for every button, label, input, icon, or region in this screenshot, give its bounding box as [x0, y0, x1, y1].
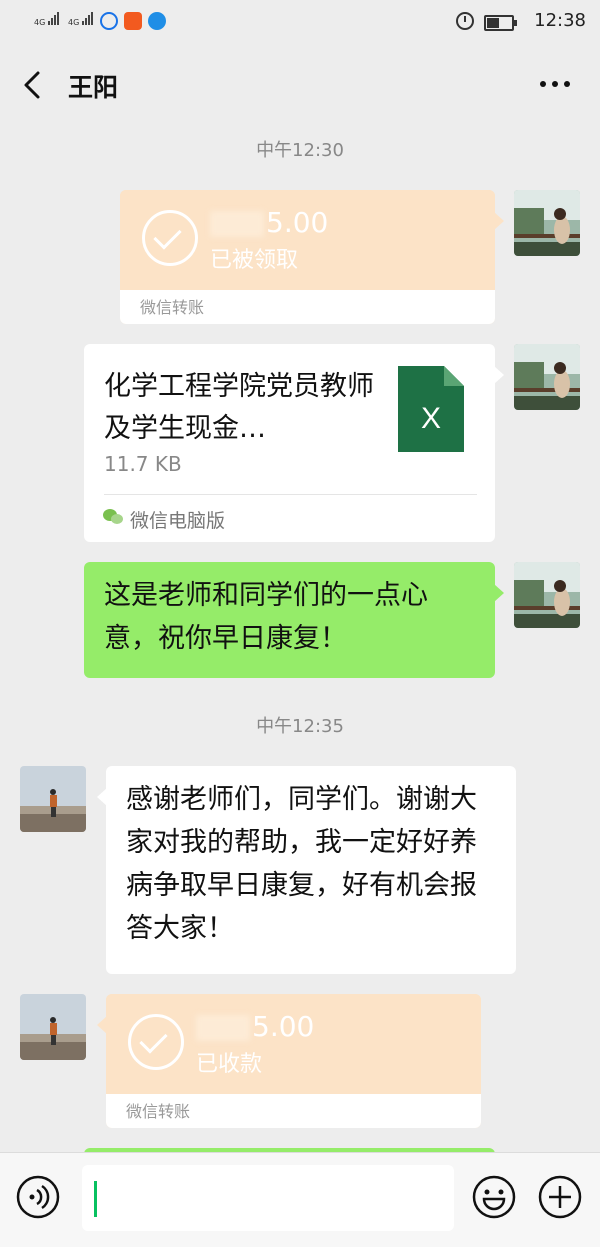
chat-header: 王阳	[0, 44, 600, 126]
back-arrow-icon[interactable]	[20, 70, 44, 100]
my-avatar[interactable]	[514, 562, 580, 628]
signal-1-icon: 4G	[34, 12, 60, 27]
file-name: 化学工程学院党员教师及学生现金…	[104, 371, 374, 444]
chat-title: 王阳	[68, 73, 119, 102]
text-caret	[94, 1181, 97, 1217]
input-bar	[0, 1152, 600, 1247]
browser-icon	[148, 12, 166, 30]
status-bar: 4G 4G 12:38	[0, 0, 600, 44]
transfer-status: 已被领取	[210, 248, 299, 273]
check-circle-icon	[128, 1014, 184, 1070]
excel-letter: X	[421, 402, 441, 435]
voice-icon[interactable]	[16, 1175, 60, 1219]
file-message[interactable]: 化学工程学院党员教师及学生现金… 11.7 KB X 微信电脑版	[84, 344, 504, 542]
file-source: 微信电脑版	[130, 510, 226, 532]
transfer-footer: 微信转账	[140, 298, 205, 317]
taobao-icon	[124, 12, 142, 30]
file-size: 11.7 KB	[104, 452, 182, 476]
timestamp: 中午12:35	[256, 716, 344, 737]
network-type-label: 4G	[34, 18, 46, 27]
plus-icon[interactable]	[538, 1175, 582, 1219]
message-input[interactable]	[82, 1165, 454, 1231]
emoji-icon[interactable]	[472, 1175, 516, 1219]
my-avatar[interactable]	[514, 190, 580, 256]
excel-file-icon: X	[398, 366, 464, 452]
alarm-icon	[456, 12, 474, 30]
transfer-footer: 微信转账	[126, 1102, 191, 1121]
my-avatar[interactable]	[514, 344, 580, 410]
check-circle-icon	[142, 210, 198, 266]
transfer-message[interactable]: 5.00 已收款 微信转账	[97, 994, 481, 1128]
text-message[interactable]: 感谢老师们，同学们。谢谢大家对我的帮助，我一定好好养病争取早日康复，好有机会报答…	[97, 766, 516, 974]
signal-2-icon: 4G	[68, 12, 94, 27]
transfer-amount: 5.00	[196, 1010, 314, 1043]
wechat-icon	[103, 509, 123, 524]
transfer-status: 已收款	[196, 1052, 263, 1077]
contact-avatar[interactable]	[20, 994, 86, 1060]
qq-icon	[100, 12, 118, 30]
more-options-icon[interactable]	[538, 74, 572, 94]
clock: 12:38	[534, 10, 586, 31]
text-message[interactable]: 这是老师和同学们的一点心意，祝你早日康复！	[84, 562, 504, 678]
battery-icon	[484, 15, 517, 31]
timestamp: 中午12:30	[256, 140, 344, 161]
transfer-message[interactable]: 5.00 已被领取 微信转账	[120, 190, 504, 324]
network-type-label: 4G	[68, 18, 80, 27]
contact-avatar[interactable]	[20, 766, 86, 832]
transfer-amount: 5.00	[210, 206, 328, 239]
